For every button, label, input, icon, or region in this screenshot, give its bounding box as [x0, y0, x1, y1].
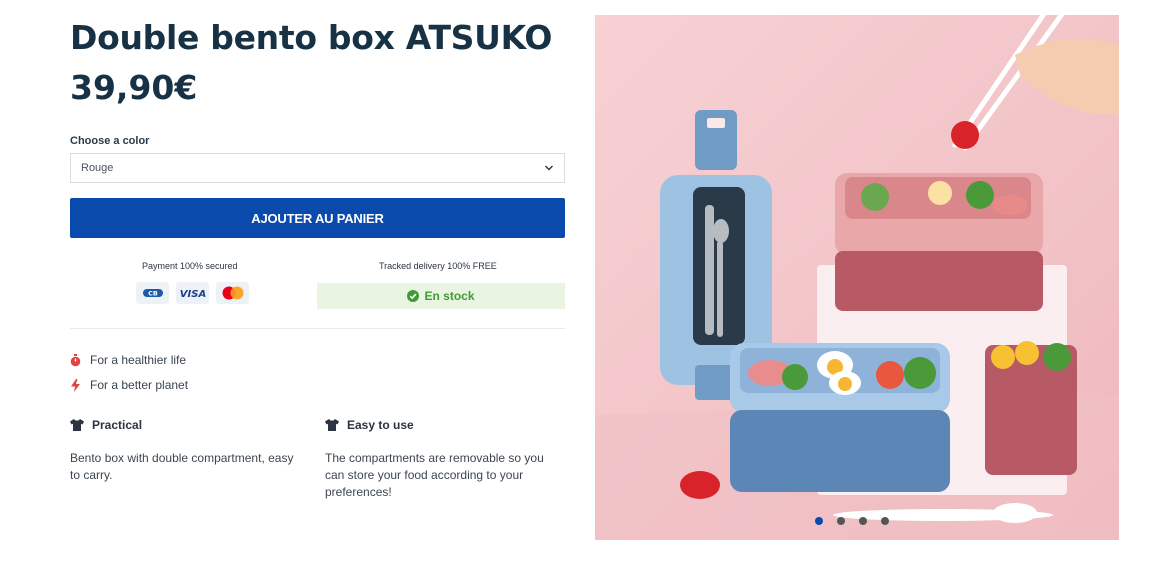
payment-title: Payment 100% secured — [142, 261, 238, 271]
color-select-label: Choose a color — [70, 135, 150, 147]
visa-card-icon: VISA — [176, 282, 209, 304]
benefit-healthier: For a healthier life — [70, 353, 186, 367]
stock-label: En stock — [424, 289, 475, 303]
color-select[interactable]: Rouge — [70, 153, 565, 183]
payment-icons: CB VISA — [136, 282, 249, 304]
feature-title: Practical — [92, 418, 143, 432]
stopwatch-icon — [70, 353, 81, 367]
product-image[interactable] — [595, 15, 1119, 540]
delivery-title: Tracked delivery 100% FREE — [379, 261, 497, 271]
check-circle-icon — [407, 290, 420, 302]
cb-card-icon: CB — [136, 282, 169, 304]
tshirt-icon — [70, 419, 84, 431]
mastercard-icon — [216, 282, 249, 304]
svg-text:CB: CB — [148, 290, 158, 298]
feature-easy-to-use: Easy to use The compartments are removab… — [325, 418, 550, 501]
carousel-dot[interactable] — [837, 517, 845, 525]
carousel-dots — [815, 517, 889, 525]
benefit-label: For a better planet — [90, 378, 189, 392]
product-price: 39,90€ — [70, 68, 198, 107]
add-to-cart-button[interactable]: AJOUTER AU PANIER — [70, 198, 565, 238]
color-select-value: Rouge — [81, 162, 114, 174]
stock-badge: En stock — [317, 283, 565, 309]
svg-text:VISA: VISA — [179, 289, 205, 299]
lightning-icon — [70, 378, 81, 392]
product-title: Double bento box ATSUKO — [70, 18, 553, 57]
feature-text: The compartments are removable so you ca… — [325, 451, 544, 499]
feature-title: Easy to use — [347, 418, 414, 432]
chevron-down-icon — [545, 165, 553, 171]
benefit-label: For a healthier life — [90, 353, 187, 367]
feature-text: Bento box with double compartment, easy … — [70, 451, 294, 482]
carousel-dot[interactable] — [881, 517, 889, 525]
tshirt-icon — [325, 419, 339, 431]
carousel-dot[interactable] — [859, 517, 867, 525]
carousel-dot[interactable] — [815, 517, 823, 525]
bento-box-photo — [595, 15, 1119, 540]
feature-practical: Practical Bento box with double compartm… — [70, 418, 300, 484]
divider — [70, 328, 565, 329]
benefit-planet: For a better planet — [70, 378, 188, 392]
